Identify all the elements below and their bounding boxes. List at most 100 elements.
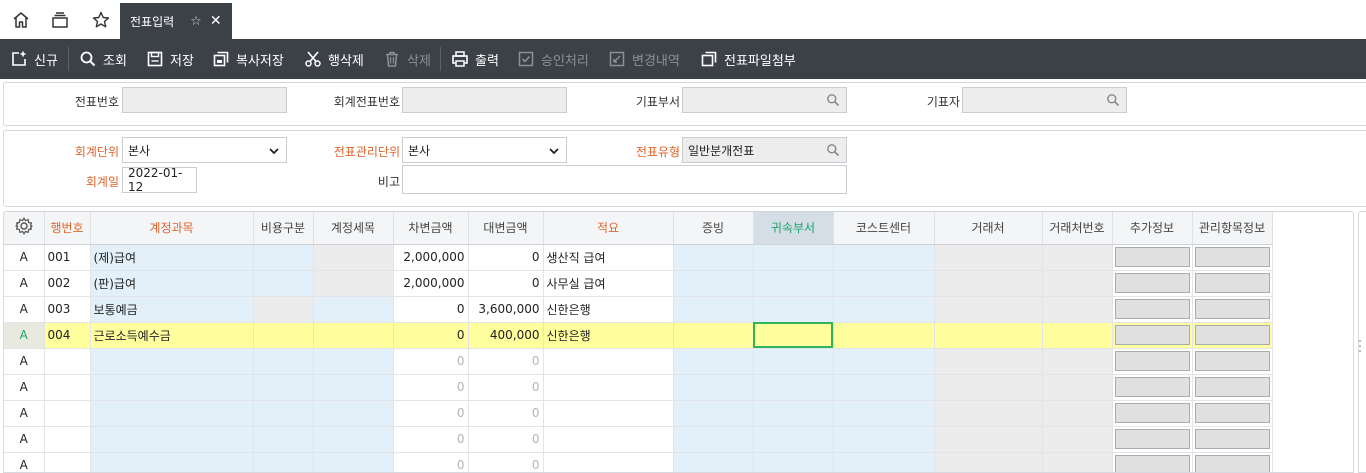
summary-cell[interactable]: 신한은행	[543, 322, 674, 349]
header-evidence[interactable]: 증빙	[673, 212, 754, 245]
header-partner[interactable]: 거래처	[934, 212, 1043, 245]
extra-info-cell[interactable]	[1112, 244, 1193, 271]
partner-cell[interactable]	[934, 348, 1043, 375]
account-cell[interactable]	[90, 400, 254, 427]
mgmt-info-cell[interactable]	[1192, 374, 1273, 401]
resize-handle-icon[interactable]	[1358, 338, 1362, 354]
mgmt-info-button[interactable]	[1194, 325, 1270, 345]
account-detail-cell[interactable]	[313, 270, 394, 297]
search-icon[interactable]	[826, 93, 840, 107]
cost-center-cell[interactable]	[833, 400, 935, 427]
mgmt-info-cell[interactable]	[1192, 296, 1273, 323]
cost-type-cell[interactable]	[253, 296, 314, 323]
summary-cell[interactable]	[543, 374, 674, 401]
debit-cell[interactable]: 2,000,000	[393, 270, 469, 297]
account-detail-cell[interactable]	[313, 348, 394, 375]
credit-cell[interactable]: 0	[468, 348, 544, 375]
approve-button[interactable]: 승인처리	[517, 39, 589, 79]
extra-info-button[interactable]	[1114, 455, 1190, 472]
mgmt-info-cell[interactable]	[1192, 270, 1273, 297]
account-cell[interactable]: (판)급여	[90, 270, 254, 297]
extra-info-cell[interactable]	[1112, 270, 1193, 297]
print-button[interactable]: 출력	[451, 39, 499, 79]
row-no-cell[interactable]	[44, 426, 91, 453]
row-no-cell[interactable]: 003	[44, 296, 91, 323]
mgmt-info-cell[interactable]	[1192, 400, 1273, 427]
acc-unit-select[interactable]: 본사	[122, 137, 287, 163]
cost-center-cell[interactable]	[833, 322, 935, 349]
tab-slip-entry[interactable]: 전표입력 ☆ ✕	[120, 3, 232, 39]
extra-info-button[interactable]	[1114, 325, 1190, 345]
header-mgmt[interactable]: 관리항목정보	[1192, 212, 1273, 245]
account-cell[interactable]: 근로소득예수금	[90, 322, 254, 349]
row-status-cell[interactable]: A	[4, 296, 45, 323]
cost-type-cell[interactable]	[253, 244, 314, 271]
extra-info-cell[interactable]	[1112, 296, 1193, 323]
cost-center-cell[interactable]	[833, 426, 935, 453]
cost-center-cell[interactable]	[833, 374, 935, 401]
row-no-cell[interactable]: 004	[44, 322, 91, 349]
partner-no-cell[interactable]	[1042, 374, 1113, 401]
account-cell[interactable]	[90, 452, 254, 472]
delete-row-button[interactable]: 행삭제	[304, 39, 364, 79]
summary-cell[interactable]	[543, 400, 674, 427]
account-detail-cell[interactable]	[313, 244, 394, 271]
evidence-cell[interactable]	[673, 452, 754, 472]
header-account[interactable]: 계정과목	[90, 212, 254, 245]
extra-info-button[interactable]	[1114, 273, 1190, 293]
extra-info-cell[interactable]	[1112, 400, 1193, 427]
summary-cell[interactable]	[543, 452, 674, 472]
credit-cell[interactable]: 3,600,000	[468, 296, 544, 323]
cost-center-cell[interactable]	[833, 296, 935, 323]
evidence-cell[interactable]	[673, 348, 754, 375]
partner-no-cell[interactable]	[1042, 270, 1113, 297]
partner-no-cell[interactable]	[1042, 348, 1113, 375]
partner-no-cell[interactable]	[1042, 426, 1113, 453]
debit-cell[interactable]: 2,000,000	[393, 244, 469, 271]
account-cell[interactable]	[90, 426, 254, 453]
partner-cell[interactable]	[934, 400, 1043, 427]
evidence-cell[interactable]	[673, 270, 754, 297]
home-icon[interactable]	[9, 8, 33, 32]
row-status-cell[interactable]: A	[4, 348, 45, 375]
partner-cell[interactable]	[934, 426, 1043, 453]
history-button[interactable]: 변경내역	[608, 39, 680, 79]
search-button[interactable]: 조회	[79, 39, 127, 79]
header-dept[interactable]: 귀속부서	[753, 212, 834, 245]
partner-cell[interactable]	[934, 296, 1043, 323]
cost-center-cell[interactable]	[833, 348, 935, 375]
extra-info-cell[interactable]	[1112, 374, 1193, 401]
header-summary[interactable]: 적요	[543, 212, 674, 245]
debit-cell[interactable]: 0	[393, 348, 469, 375]
save-button[interactable]: 저장	[146, 39, 194, 79]
grid-settings-header[interactable]	[4, 212, 45, 245]
dept-cell[interactable]	[753, 322, 834, 349]
cost-center-cell[interactable]	[833, 452, 935, 472]
dept-cell[interactable]	[753, 400, 834, 427]
summary-cell[interactable]: 신한은행	[543, 296, 674, 323]
row-status-cell[interactable]: A	[4, 426, 45, 453]
table-row[interactable]: A 00	[4, 348, 1273, 375]
summary-cell[interactable]: 생산직 급여	[543, 244, 674, 271]
table-row[interactable]: A 001 (제)급여 2,000,000 0 생산직 급여	[4, 244, 1273, 271]
partner-cell[interactable]	[934, 374, 1043, 401]
debit-cell[interactable]: 0	[393, 296, 469, 323]
extra-info-button[interactable]	[1114, 377, 1190, 397]
row-no-cell[interactable]	[44, 348, 91, 375]
extra-info-button[interactable]	[1114, 299, 1190, 319]
mgmt-info-cell[interactable]	[1192, 348, 1273, 375]
search-icon[interactable]	[1106, 93, 1120, 107]
mgmt-info-cell[interactable]	[1192, 244, 1273, 271]
debit-cell[interactable]: 0	[393, 322, 469, 349]
credit-cell[interactable]: 0	[468, 374, 544, 401]
mgmt-info-button[interactable]	[1194, 429, 1270, 449]
account-detail-cell[interactable]	[313, 322, 394, 349]
mgmt-info-cell[interactable]	[1192, 426, 1273, 453]
dept-cell[interactable]	[753, 374, 834, 401]
account-detail-cell[interactable]	[313, 296, 394, 323]
extra-info-cell[interactable]	[1112, 452, 1193, 472]
dept-cell[interactable]	[753, 270, 834, 297]
partner-no-cell[interactable]	[1042, 452, 1113, 472]
header-extra[interactable]: 추가정보	[1112, 212, 1193, 245]
tab-star-icon[interactable]: ☆	[190, 14, 202, 29]
